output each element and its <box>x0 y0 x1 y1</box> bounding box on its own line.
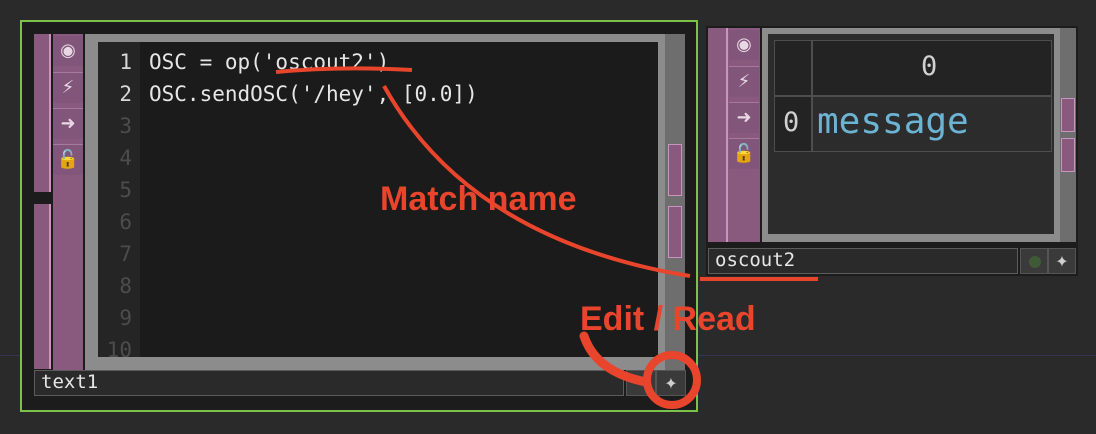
row-header-label: 0 <box>783 107 800 138</box>
line-number: 4 <box>119 146 132 170</box>
table-corner-cell <box>774 40 812 96</box>
line-number: 6 <box>119 210 132 234</box>
node-name-field[interactable]: oscout2 <box>708 248 1018 274</box>
scrollbar-thumb-bottom[interactable] <box>1061 138 1075 172</box>
left-bypass-strip-bottom[interactable] <box>34 204 51 369</box>
cook-icon[interactable]: ⚡ <box>729 66 759 97</box>
export-icon[interactable]: ➜ <box>53 108 83 139</box>
match-name-annotation: Match name <box>380 180 577 218</box>
line-number: 5 <box>119 178 132 202</box>
cook-icon[interactable]: ⚡ <box>53 72 83 103</box>
line-number: 10 <box>106 338 132 357</box>
oscout2-side-toolbar: ◉ ⚡ ➜ 🔓 <box>728 28 760 242</box>
osc-table[interactable]: 0 0 message <box>768 34 1054 234</box>
oscout2-viewer: 0 0 message <box>762 28 1060 242</box>
node-flag-button[interactable] <box>1020 248 1048 274</box>
left-bypass-strip-top[interactable] <box>34 34 51 192</box>
scrollbar-thumb-top[interactable] <box>1061 98 1075 132</box>
scrollbar-thumb-bottom[interactable] <box>668 206 682 258</box>
left-bypass-strip[interactable] <box>708 28 728 242</box>
scrollbar-thumb-top[interactable] <box>668 144 682 196</box>
edit-read-toggle-icon[interactable]: ✦ <box>1048 248 1076 274</box>
column-header-label: 0 <box>921 51 938 82</box>
edit-read-toggle-icon[interactable]: ✦ <box>656 370 686 396</box>
oscout2-node[interactable]: ◉ ⚡ ➜ 🔓 0 0 message oscout2 ✦ <box>706 26 1078 276</box>
line-number: 3 <box>119 114 132 138</box>
export-icon[interactable]: ➜ <box>729 102 759 133</box>
cell-value: message <box>817 101 969 142</box>
row-header: 0 <box>774 96 812 152</box>
line-number: 9 <box>119 306 132 330</box>
active-dot-icon <box>1029 256 1041 268</box>
viewer-icon[interactable]: ◉ <box>53 36 83 66</box>
text1-node[interactable]: ◉ ⚡ ➜ 🔓 1 2 3 4 5 6 7 8 9 10 OSC = op('o… <box>20 20 698 412</box>
table-cell[interactable]: message <box>812 96 1052 152</box>
lock-icon[interactable]: 🔓 <box>53 144 83 175</box>
text1-side-toolbar: ◉ ⚡ ➜ 🔓 <box>53 34 83 370</box>
node-flag-button[interactable] <box>626 370 656 396</box>
lock-icon[interactable]: 🔓 <box>729 138 759 169</box>
column-header: 0 <box>812 40 1052 96</box>
viewer-icon[interactable]: ◉ <box>729 30 759 60</box>
viewer-scrollbar[interactable] <box>1060 28 1076 242</box>
line-number: 7 <box>119 242 132 266</box>
line-number: 2 <box>119 82 132 106</box>
edit-read-annotation: Edit / Read <box>580 300 756 338</box>
node-name-field[interactable]: text1 <box>34 370 624 396</box>
code-line[interactable]: OSC = op('oscout2') <box>149 50 389 74</box>
code-line[interactable]: OSC.sendOSC('/hey', [0.0]) <box>149 82 478 106</box>
line-number: 8 <box>119 274 132 298</box>
line-number: 1 <box>119 50 132 74</box>
